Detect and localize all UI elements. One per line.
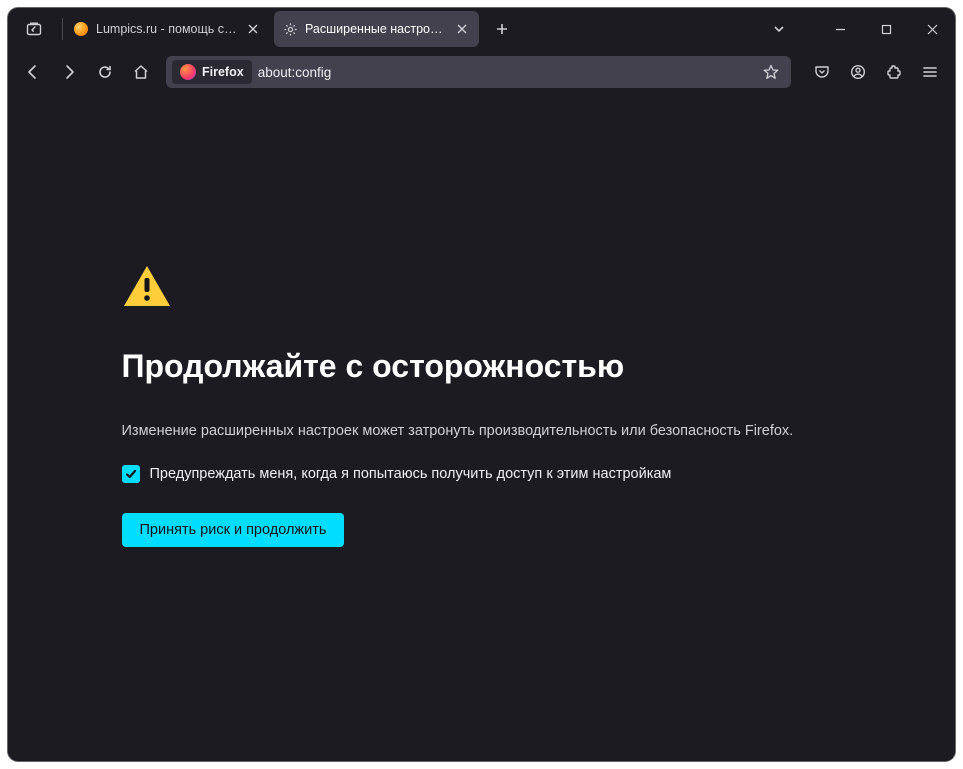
tab-strip: Lumpics.ru - помощь с компь Расширенные …: [65, 11, 517, 47]
identity-box[interactable]: Firefox: [172, 60, 252, 84]
bookmark-star-button[interactable]: [757, 58, 785, 86]
warn-checkbox-row[interactable]: Предупреждать меня, когда я попытаюсь по…: [122, 465, 842, 483]
new-tab-button[interactable]: [487, 14, 517, 44]
extensions-button[interactable]: [877, 56, 911, 88]
firefox-icon: [180, 64, 196, 80]
window-minimize-button[interactable]: [817, 8, 863, 50]
titlebar: Lumpics.ru - помощь с компь Расширенные …: [8, 8, 955, 50]
nav-toolbar: Firefox about:config: [8, 50, 955, 94]
warn-checkbox[interactable]: [122, 465, 140, 483]
gear-icon: [282, 21, 298, 37]
favicon-lumpics-icon: [73, 21, 89, 37]
pocket-button[interactable]: [805, 56, 839, 88]
tab-label: Lumpics.ru - помощь с компь: [96, 22, 237, 36]
browser-window: Lumpics.ru - помощь с компь Расширенные …: [8, 8, 955, 761]
urlbar[interactable]: Firefox about:config: [166, 56, 791, 88]
tab-close-button[interactable]: [453, 20, 471, 38]
tab-about-config[interactable]: Расширенные настройки: [274, 11, 479, 47]
warn-checkbox-label: Предупреждать меня, когда я попытаюсь по…: [150, 466, 672, 482]
home-button[interactable]: [124, 56, 158, 88]
window-maximize-button[interactable]: [863, 8, 909, 50]
app-menu-button[interactable]: [913, 56, 947, 88]
url-text: about:config: [258, 65, 751, 80]
tab-label: Расширенные настройки: [305, 22, 446, 36]
accept-risk-button[interactable]: Принять риск и продолжить: [122, 513, 345, 547]
forward-button[interactable]: [52, 56, 86, 88]
page-description: Изменение расширенных настроек может зат…: [122, 423, 842, 439]
separator: [62, 18, 63, 40]
window-close-button[interactable]: [909, 8, 955, 50]
account-button[interactable]: [841, 56, 875, 88]
back-button[interactable]: [16, 56, 50, 88]
tab-close-button[interactable]: [244, 20, 262, 38]
warning-page: Продолжайте с осторожностью Изменение ра…: [122, 264, 842, 547]
identity-label: Firefox: [202, 65, 244, 79]
warning-icon: [122, 264, 842, 308]
reload-button[interactable]: [88, 56, 122, 88]
tabview-button[interactable]: [16, 14, 52, 44]
window-controls: [817, 8, 955, 50]
tab-overflow-button[interactable]: [761, 14, 797, 44]
tab-lumpics[interactable]: Lumpics.ru - помощь с компь: [65, 11, 270, 47]
content-area: Продолжайте с осторожностью Изменение ра…: [8, 94, 955, 761]
toolbar-icons: [805, 56, 947, 88]
page-title: Продолжайте с осторожностью: [122, 348, 842, 385]
